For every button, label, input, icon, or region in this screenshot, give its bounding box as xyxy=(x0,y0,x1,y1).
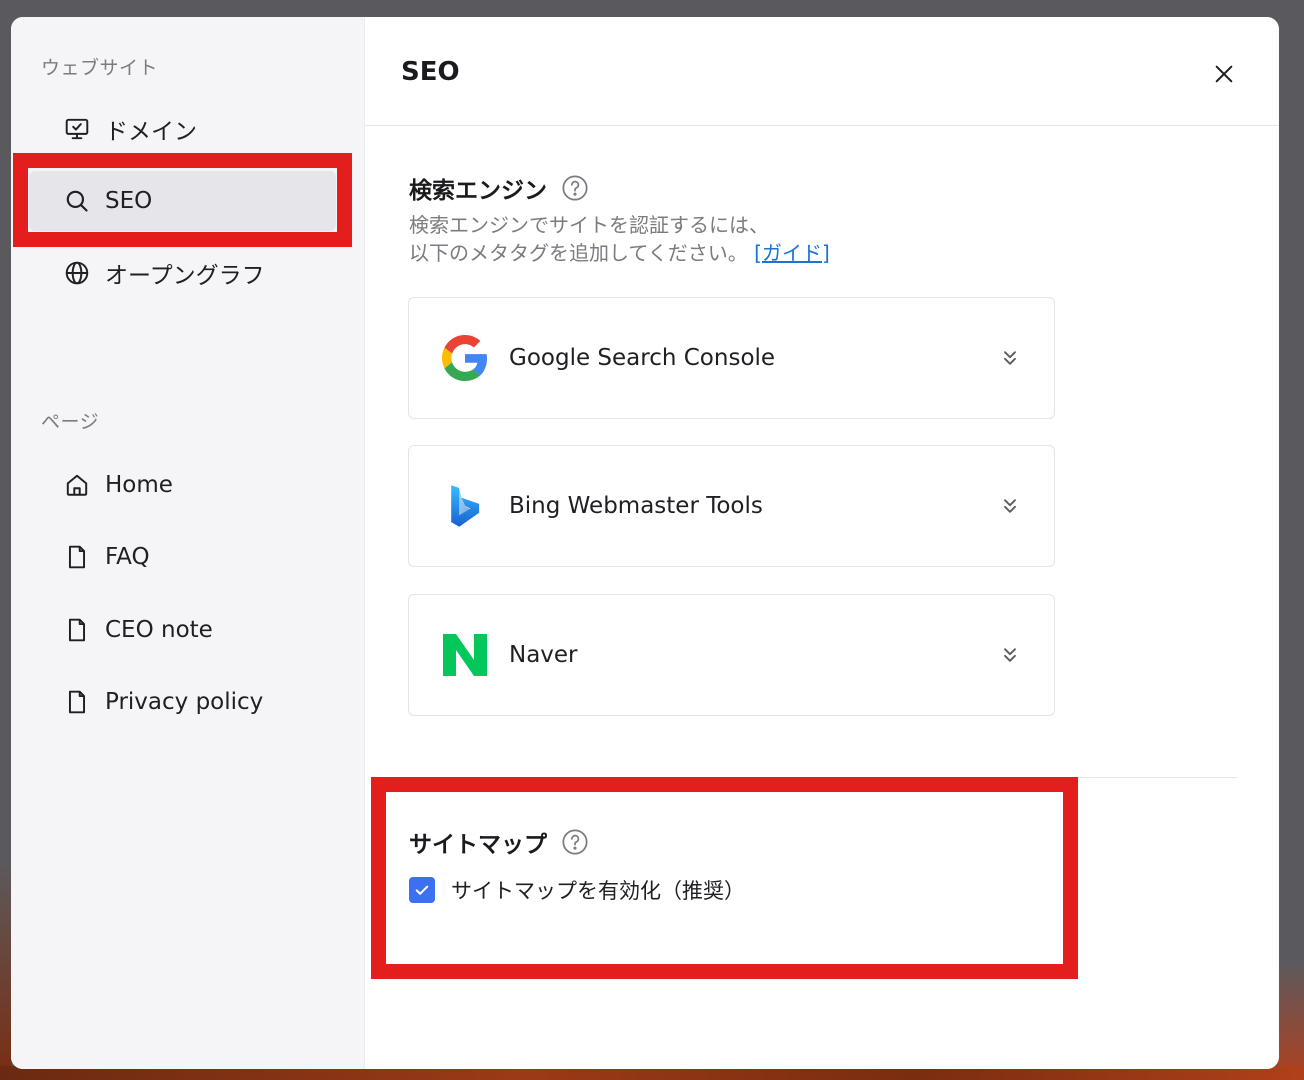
document-icon xyxy=(63,543,91,571)
sidebar-item-label: ドメイン xyxy=(105,119,197,145)
naver-logo-icon xyxy=(440,630,490,680)
help-icon[interactable] xyxy=(561,828,589,856)
search-icon xyxy=(63,187,91,215)
sidebar-section-pages: ページ xyxy=(41,411,100,433)
engine-card-naver[interactable]: Naver xyxy=(408,594,1055,716)
engine-name: Google Search Console xyxy=(509,345,776,371)
engine-name: Naver xyxy=(509,642,578,668)
description-line: 検索エンジンでサイトを認証するには、 xyxy=(409,213,769,237)
engine-card-google[interactable]: Google Search Console xyxy=(408,297,1055,419)
sidebar-item-label: Privacy policy xyxy=(105,689,264,715)
engine-name: Bing Webmaster Tools xyxy=(509,493,763,519)
bing-logo-icon xyxy=(440,481,490,531)
search-engine-description: 検索エンジンでサイトを認証するには、 以下のメタタグを追加してください。 [ガイ… xyxy=(409,211,830,267)
sidebar-item-label: SEO xyxy=(105,188,153,214)
sidebar-item-faq[interactable]: FAQ xyxy=(29,527,336,587)
sidebar-item-label: Home xyxy=(105,472,173,498)
page-title: SEO xyxy=(401,57,460,87)
chevron-double-down-icon xyxy=(998,643,1022,667)
search-engine-title: 検索エンジン xyxy=(409,178,547,204)
settings-modal: ウェブサイト ドメイン SEO オープングラフ ページ Home FAQ CEO… xyxy=(11,17,1279,1069)
section-divider xyxy=(408,777,1237,778)
chevron-double-down-icon xyxy=(998,346,1022,370)
sidebar-item-privacy-policy[interactable]: Privacy policy xyxy=(29,672,336,732)
monitor-check-icon xyxy=(63,115,91,143)
home-icon xyxy=(63,471,91,499)
search-engine-heading: 検索エンジン xyxy=(409,171,589,205)
sidebar-item-label: CEO note xyxy=(105,617,213,643)
description-line: 以下のメタタグを追加してください。 xyxy=(409,241,748,265)
sidebar-item-domain[interactable]: ドメイン xyxy=(29,99,336,159)
check-icon xyxy=(415,885,429,895)
sidebar-item-ceo-note[interactable]: CEO note xyxy=(29,600,336,660)
document-icon xyxy=(63,616,91,644)
sitemap-checkbox[interactable] xyxy=(409,877,435,903)
sidebar-item-label: オープングラフ xyxy=(105,263,265,289)
sidebar-item-seo[interactable]: SEO xyxy=(29,171,336,231)
chevron-double-down-icon xyxy=(998,494,1022,518)
close-icon xyxy=(1215,65,1233,83)
sidebar: ウェブサイト ドメイン SEO オープングラフ ページ Home FAQ CEO… xyxy=(11,17,365,1069)
guide-link[interactable]: [ガイド] xyxy=(754,241,830,265)
sidebar-item-label: FAQ xyxy=(105,544,150,570)
close-button[interactable] xyxy=(1209,59,1239,89)
globe-icon xyxy=(63,259,91,287)
google-logo-icon xyxy=(440,333,490,383)
sidebar-section-website: ウェブサイト xyxy=(41,57,159,79)
help-icon[interactable] xyxy=(561,174,589,202)
sitemap-heading: サイトマップ xyxy=(409,825,589,859)
panel-header: SEO xyxy=(365,17,1279,126)
engine-card-bing[interactable]: Bing Webmaster Tools xyxy=(408,445,1055,567)
backdrop xyxy=(1278,960,1304,1080)
sidebar-item-home[interactable]: Home xyxy=(29,455,336,515)
sitemap-enable-row[interactable]: サイトマップを有効化（推奨） xyxy=(409,875,745,905)
document-icon xyxy=(63,688,91,716)
sidebar-item-opengraph[interactable]: オープングラフ xyxy=(29,243,336,303)
sitemap-title: サイトマップ xyxy=(409,832,547,858)
main-panel: SEO 検索エンジン 検索エンジンでサイトを認証するには、 以下のメタタグを追加… xyxy=(365,17,1279,1069)
sitemap-checkbox-label: サイトマップを有効化（推奨） xyxy=(451,879,745,903)
